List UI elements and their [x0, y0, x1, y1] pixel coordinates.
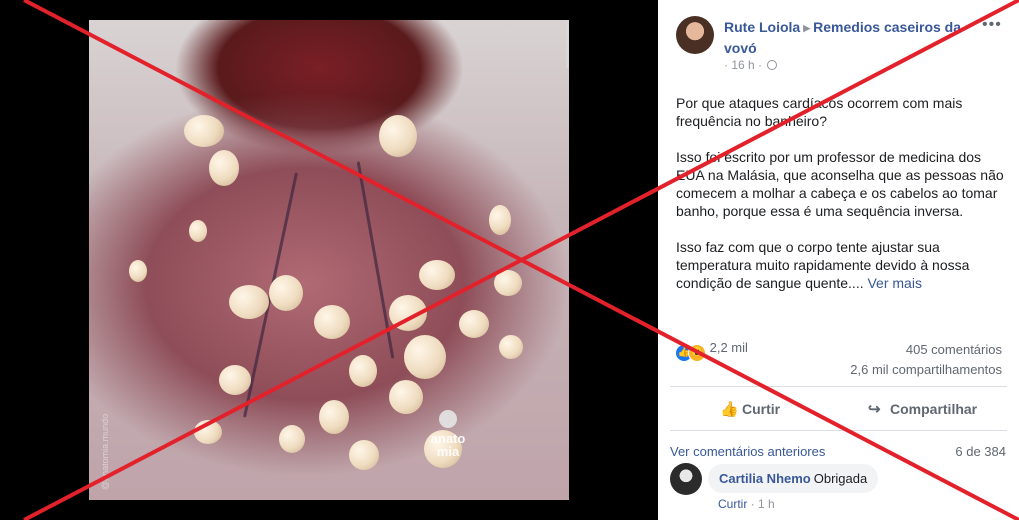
see-more-link[interactable]: Ver mais: [867, 275, 921, 291]
photo-nodule: [404, 335, 446, 379]
photo-nodule: [389, 380, 423, 414]
share-button-label: Compartilhar: [890, 401, 978, 417]
comment-counter: 6 de 384: [955, 444, 1006, 459]
post-text: Por que ataques cardíacos ocorrem com ma…: [676, 94, 1006, 310]
watermark-text: anato mia: [430, 431, 466, 459]
globe-icon: [767, 60, 778, 70]
author-name-link[interactable]: Rute Loiola: [724, 19, 800, 35]
anatomia-watermark: anato mia: [424, 410, 472, 458]
post-meta: · 16 h ·: [724, 58, 778, 72]
photo-vein: [356, 161, 395, 359]
post-photo[interactable]: [89, 20, 569, 500]
photo-nodule: [459, 310, 489, 338]
post-paragraph: Por que ataques cardíacos ocorrem com ma…: [676, 95, 963, 129]
photo-nodule: [279, 425, 305, 453]
photo-nodule: [129, 260, 147, 282]
post-header: Rute Loiola ▶ Remedios caseiros da vovó: [724, 18, 982, 58]
dot-separator: ·: [724, 58, 728, 72]
photo-nodule: [499, 335, 523, 359]
comment-bubble: Cartilia Nhemo Obrigada: [708, 464, 879, 493]
like-button-label: Curtir: [742, 401, 781, 417]
post-panel: Rute Loiola ▶ Remedios caseiros da vovó ••…: [658, 0, 1019, 520]
author-avatar[interactable]: [676, 16, 714, 54]
commenter-avatar[interactable]: [670, 463, 702, 495]
more-options-icon[interactable]: •••: [982, 16, 1002, 34]
photo-viewer: @anatomia.mundo anato mia: [0, 0, 658, 520]
dot-separator: ·: [758, 58, 763, 72]
comment-actions: Curtir · 1 h: [718, 497, 775, 511]
commenter-name[interactable]: Cartilia Nhemo: [719, 471, 811, 486]
photo-nodule: [489, 205, 511, 235]
photo-nodule: [349, 440, 379, 470]
post-paragraph: Isso foi escrito por um professor de med…: [676, 149, 1004, 219]
photo-nodule: [209, 150, 239, 186]
photo-nodule: [389, 295, 427, 331]
thumbs-up-icon: 👍: [720, 401, 739, 418]
post-paragraph-text: Isso faz com que o corpo tente ajustar s…: [676, 239, 970, 291]
share-count[interactable]: 2,6 mil compartilhamentos: [850, 360, 1002, 380]
share-button[interactable]: ↪ Compartilhar: [868, 400, 977, 418]
brain-icon: [439, 410, 457, 428]
like-button[interactable]: 👍 Curtir: [720, 400, 780, 418]
photo-nodule: [494, 270, 522, 296]
reactions-summary[interactable]: 👍😮 2,2 mil: [676, 340, 748, 362]
photo-nodule: [194, 420, 222, 444]
divider: [670, 386, 1007, 387]
comment-time[interactable]: 1 h: [758, 497, 775, 511]
post-time[interactable]: 16 h: [731, 58, 754, 72]
photo-side-watermark: @anatomia.mundo: [100, 413, 110, 490]
scrollbar[interactable]: [566, 22, 569, 68]
comment-text: Obrigada: [813, 471, 868, 486]
photo-nodule: [349, 355, 377, 387]
comment-like-link[interactable]: Curtir: [718, 497, 747, 511]
dot-separator: ·: [750, 497, 755, 511]
comment-count[interactable]: 405 comentários: [850, 340, 1002, 360]
share-arrow-icon: ↪: [868, 401, 881, 418]
photo-nodule: [229, 285, 269, 319]
photo-nodule: [184, 115, 224, 147]
reaction-count: 2,2 mil: [709, 340, 748, 355]
post-paragraph: Isso faz com que o corpo tente ajustar s…: [676, 238, 1006, 292]
photo-nodule: [419, 260, 455, 290]
previous-comments-link[interactable]: Ver comentários anteriores: [670, 444, 825, 459]
photo-nodule: [314, 305, 350, 339]
engagement-stats: 405 comentários 2,6 mil compartilhamento…: [850, 340, 1002, 380]
caret-right-icon: ▶: [803, 23, 811, 33]
photo-nodule: [269, 275, 303, 311]
divider: [670, 430, 1007, 431]
photo-nodule: [189, 220, 207, 242]
photo-nodule: [319, 400, 349, 434]
photo-nodule: [379, 115, 417, 157]
photo-nodule: [219, 365, 251, 395]
wow-icon: 😮: [688, 344, 706, 362]
